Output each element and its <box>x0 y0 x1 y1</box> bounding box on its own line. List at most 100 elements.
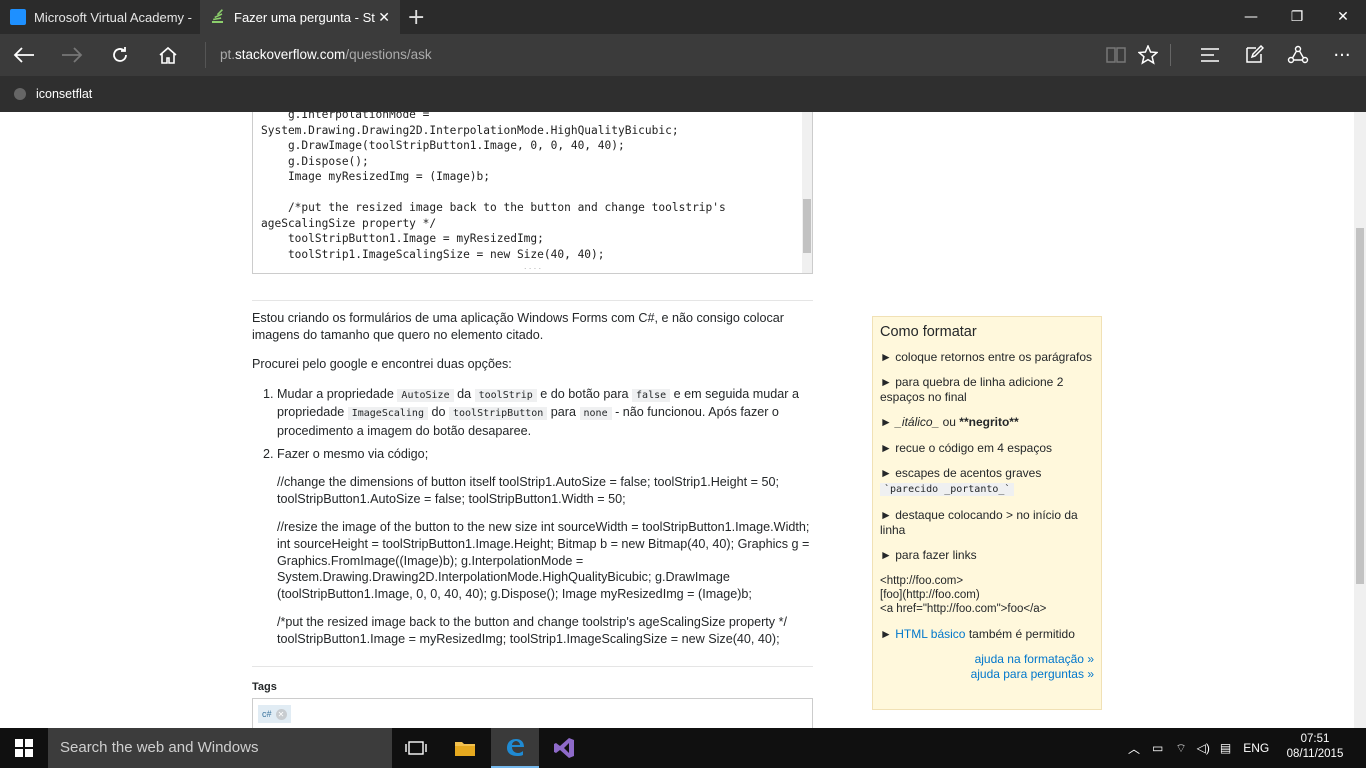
taskbar-search-box[interactable]: Search the web and Windows <box>48 728 392 768</box>
question-body-editor[interactable]: g.InterpolationMode = System.Drawing.Dra… <box>252 112 813 274</box>
favorite-item-icon <box>14 88 26 100</box>
home-icon[interactable] <box>144 34 192 76</box>
clock-time: 07:51 <box>1300 733 1330 745</box>
formatting-help-panel: Como formatar ► coloque retornos entre o… <box>872 316 1102 710</box>
list-paragraph: //change the dimensions of button itself… <box>277 475 779 506</box>
inline-code: ImageScaling <box>347 407 428 421</box>
divider <box>252 300 813 301</box>
link-example: <http://foo.com> <box>880 574 964 587</box>
help-text: escapes de acentos graves <box>895 466 1042 480</box>
list-text: e do botão para <box>536 386 633 401</box>
share-icon[interactable] <box>1274 34 1322 76</box>
minimize-icon[interactable]: — <box>1228 0 1274 34</box>
editor-code-text: g.InterpolationMode = System.Drawing.Dra… <box>261 112 726 261</box>
close-window-icon[interactable]: ✕ <box>1320 0 1366 34</box>
post-preview: Estou criando os formulários de uma apli… <box>252 310 812 654</box>
asking-help-link[interactable]: ajuda para perguntas » <box>971 667 1094 681</box>
power-icon[interactable]: ▭ <box>1152 741 1163 755</box>
help-links: ajuda na formatação » ajuda para pergunt… <box>880 652 1094 681</box>
network-icon[interactable]: ⌔ <box>1175 741 1186 756</box>
inline-code: toolStrip <box>474 388 537 402</box>
bullet-icon: ► <box>880 466 892 480</box>
editor-scroll-thumb[interactable] <box>803 199 811 253</box>
inline-code: false <box>632 388 671 402</box>
clock-date: 08/11/2015 <box>1286 748 1344 760</box>
help-item: ► destaque colocando > no início da linh… <box>880 508 1094 537</box>
help-text: coloque retornos entre os parágrafos <box>895 349 1093 364</box>
url-prefix: pt. <box>220 47 236 62</box>
list-text: para <box>547 405 580 420</box>
favorite-star-icon[interactable] <box>1124 34 1172 76</box>
show-hidden-icons-icon[interactable]: ︿ <box>1128 740 1140 757</box>
list-text: do <box>427 405 449 420</box>
list-text: Mudar a propriedade <box>277 386 398 401</box>
inline-code: AutoSize <box>397 388 454 402</box>
bullet-icon: ► <box>880 440 892 455</box>
page-scrollbar[interactable] <box>1354 112 1366 728</box>
editor-scrollbar[interactable] <box>802 112 812 273</box>
link-example: [foo](http://foo.com) <box>880 588 980 601</box>
hub-icon[interactable] <box>1186 34 1234 76</box>
preview-paragraph: Procurei pelo google e encontrei duas op… <box>252 357 512 372</box>
restore-icon[interactable]: ❐ <box>1274 0 1320 34</box>
help-item: ► escapes de acentos graves `parecido _po… <box>880 466 1094 497</box>
formatting-help-link[interactable]: ajuda na formatação » <box>975 652 1094 666</box>
action-center-icon[interactable]: ▤ <box>1220 741 1231 755</box>
bullet-icon: ► <box>880 548 892 562</box>
remove-tag-icon[interactable]: ✕ <box>275 708 287 720</box>
new-tab-icon[interactable]: + <box>407 5 425 30</box>
forward-icon[interactable] <box>48 34 96 76</box>
inline-code: none <box>579 407 612 421</box>
task-view-icon[interactable] <box>392 728 440 768</box>
more-icon[interactable]: ··· <box>1318 34 1366 76</box>
tab-title: Fazer uma pergunta - St <box>234 9 375 25</box>
tag-label: c# <box>262 709 272 719</box>
tags-label: Tags <box>252 681 277 693</box>
help-item: ► para fazer links <box>880 548 1094 563</box>
help-text: também é permitido <box>965 626 1075 641</box>
tab-fazer-uma-pergunta[interactable]: Fazer uma pergunta - St ✕ <box>200 0 400 34</box>
edge-browser-icon[interactable] <box>491 728 539 768</box>
tab-close-icon[interactable]: ✕ <box>378 9 390 26</box>
list-paragraph: /*put the resized image back to the butt… <box>277 615 787 646</box>
help-item: ► para quebra de linha adicione 2 espaço… <box>880 375 1094 404</box>
help-item: ► recue o código em 4 espaços <box>880 441 1094 456</box>
help-text: recue o código em 4 espaços <box>895 440 1052 455</box>
bullet-icon: ► <box>880 349 892 364</box>
divider <box>252 666 813 667</box>
help-text-bold: **negrito** <box>959 415 1019 429</box>
taskbar-clock[interactable]: 07:51 08/11/2015 <box>1285 732 1345 762</box>
visual-studio-icon[interactable] <box>540 728 588 768</box>
editor-resize-grip[interactable]: · · · · <box>252 265 813 274</box>
list-text: da <box>453 386 475 401</box>
windows-start-icon[interactable] <box>0 728 48 768</box>
favorite-item-iconsetflat[interactable]: iconsetflat <box>36 87 92 101</box>
windows-taskbar: Search the web and Windows ︿ ▭ ⌔ ◁) ▤ EN… <box>0 728 1366 768</box>
web-note-icon[interactable] <box>1230 34 1278 76</box>
language-indicator[interactable]: ENG <box>1243 741 1269 755</box>
html-basico-link[interactable]: HTML básico <box>895 627 965 641</box>
bullet-icon: ► <box>880 626 892 641</box>
volume-icon[interactable]: ◁) <box>1197 741 1210 755</box>
file-explorer-icon[interactable] <box>441 728 489 768</box>
url-path: /questions/ask <box>345 47 432 62</box>
favorites-bar: iconsetflat <box>0 76 1366 112</box>
page-scroll-thumb[interactable] <box>1356 228 1364 584</box>
help-item: ► _itálico_ ou **negrito** <box>880 415 1094 430</box>
link-example: <a href="http://foo.com">foo</a> <box>880 602 1047 615</box>
help-item: ► HTML básico também é permitido <box>880 627 1094 642</box>
bullet-icon: ► <box>880 508 892 522</box>
panel-title: Como formatar <box>880 324 977 340</box>
help-item: ► coloque retornos entre os parágrafos <box>880 350 1094 365</box>
address-bar[interactable]: pt.stackoverflow.com/questions/ask <box>205 42 1085 68</box>
mva-favicon-icon <box>10 9 26 25</box>
list-item: Mudar a propriedade AutoSize da toolStri… <box>277 386 812 440</box>
toolbar-divider <box>1170 44 1171 66</box>
tab-microsoft-virtual-academy[interactable]: Microsoft Virtual Academy - <box>0 0 200 34</box>
tags-input[interactable]: c# ✕ <box>252 698 813 728</box>
refresh-icon[interactable] <box>96 34 144 76</box>
help-text: para fazer links <box>895 548 977 562</box>
back-icon[interactable] <box>0 34 48 76</box>
list-item: Fazer o mesmo via código; //change the d… <box>277 446 812 648</box>
tag-chip[interactable]: c# ✕ <box>258 705 291 723</box>
